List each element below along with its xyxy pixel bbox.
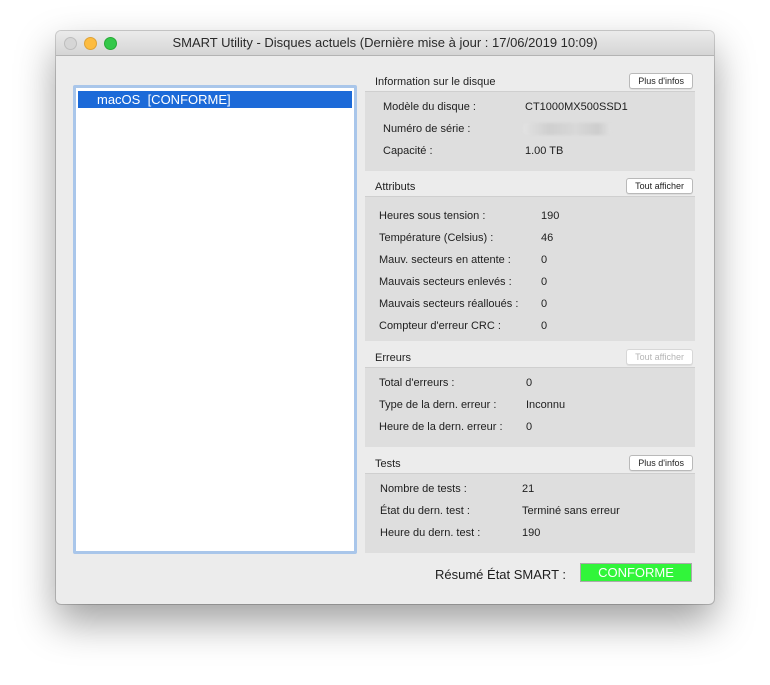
disk-info-heading: Information sur le disque <box>375 76 496 88</box>
errors-heading: Erreurs <box>375 352 412 364</box>
attributes-section-header: Attributs Tout afficher <box>365 177 695 197</box>
errors-show-all-button[interactable]: Tout afficher <box>626 349 693 365</box>
attributes-show-all-button[interactable]: Tout afficher <box>626 178 693 194</box>
removed-sectors-value: 0 <box>541 276 548 288</box>
last-test-status-label: État du dern. test : <box>380 505 470 517</box>
pending-sectors-label: Mauv. secteurs en attente : <box>379 254 511 266</box>
disk-info-section-header: Information sur le disque Plus d'infos <box>365 72 695 92</box>
tests-panel: Nombre de tests : 21 État du dern. test … <box>365 474 695 553</box>
smart-status-badge: CONFORME <box>580 563 692 582</box>
last-error-time-value: 0 <box>526 421 533 433</box>
attributes-heading: Attributs <box>375 181 416 193</box>
tests-section-header: Tests Plus d'infos <box>365 454 695 474</box>
disk-model-label: Modèle du disque : <box>383 101 476 113</box>
window-title: SMART Utility - Disques actuels (Dernièr… <box>172 35 598 50</box>
disk-model-value: CT1000MX500SSD1 <box>525 101 628 113</box>
crc-error-count-value: 0 <box>541 320 548 332</box>
tests-heading: Tests <box>375 458 401 470</box>
attributes-panel: Heures sous tension : 190 Température (C… <box>365 197 695 341</box>
tests-more-button[interactable]: Plus d'infos <box>629 455 693 471</box>
reallocated-sectors-label: Mauvais secteurs réalloués : <box>379 298 519 310</box>
disk-info-more-button[interactable]: Plus d'infos <box>629 73 693 89</box>
temperature-label: Température (Celsius) : <box>379 232 494 244</box>
errors-section-header: Erreurs Tout afficher <box>365 348 695 368</box>
temperature-value: 46 <box>541 232 554 244</box>
disk-info-panel: Modèle du disque : CT1000MX500SSD1 Numér… <box>365 92 695 171</box>
errors-panel: Total d'erreurs : 0 Type de la dern. err… <box>365 368 695 447</box>
disk-list[interactable]: macOS [CONFORME] <box>73 85 357 554</box>
test-count-value: 21 <box>522 483 535 495</box>
last-test-time-label: Heure du dern. test : <box>380 527 481 539</box>
total-errors-value: 0 <box>526 377 533 389</box>
smart-utility-window: SMART Utility - Disques actuels (Dernièr… <box>56 31 714 604</box>
last-error-type-value: Inconnu <box>526 399 566 411</box>
removed-sectors-label: Mauvais secteurs enlevés : <box>379 276 512 288</box>
last-error-type-label: Type de la dern. erreur : <box>379 399 497 411</box>
last-test-time-value: 190 <box>522 527 541 539</box>
capacity-label: Capacité : <box>383 145 433 157</box>
test-count-label: Nombre de tests : <box>380 483 467 495</box>
power-on-hours-value: 190 <box>541 210 560 222</box>
serial-number-label: Numéro de série : <box>383 123 471 135</box>
capacity-value: 1.00 TB <box>525 145 564 157</box>
title-bar[interactable]: SMART Utility - Disques actuels (Dernièr… <box>56 31 714 56</box>
pending-sectors-value: 0 <box>541 254 548 266</box>
total-errors-label: Total d'erreurs : <box>379 377 455 389</box>
smart-summary-label: Résumé État SMART : <box>435 567 567 582</box>
power-on-hours-label: Heures sous tension : <box>379 210 486 222</box>
serial-number-blurred-value <box>523 123 611 135</box>
last-test-status-value: Terminé sans erreur <box>522 505 620 517</box>
crc-error-count-label: Compteur d'erreur CRC : <box>379 320 501 332</box>
reallocated-sectors-value: 0 <box>541 298 548 310</box>
disk-list-item-macos[interactable]: macOS [CONFORME] <box>78 91 352 108</box>
last-error-time-label: Heure de la dern. erreur : <box>379 421 503 433</box>
